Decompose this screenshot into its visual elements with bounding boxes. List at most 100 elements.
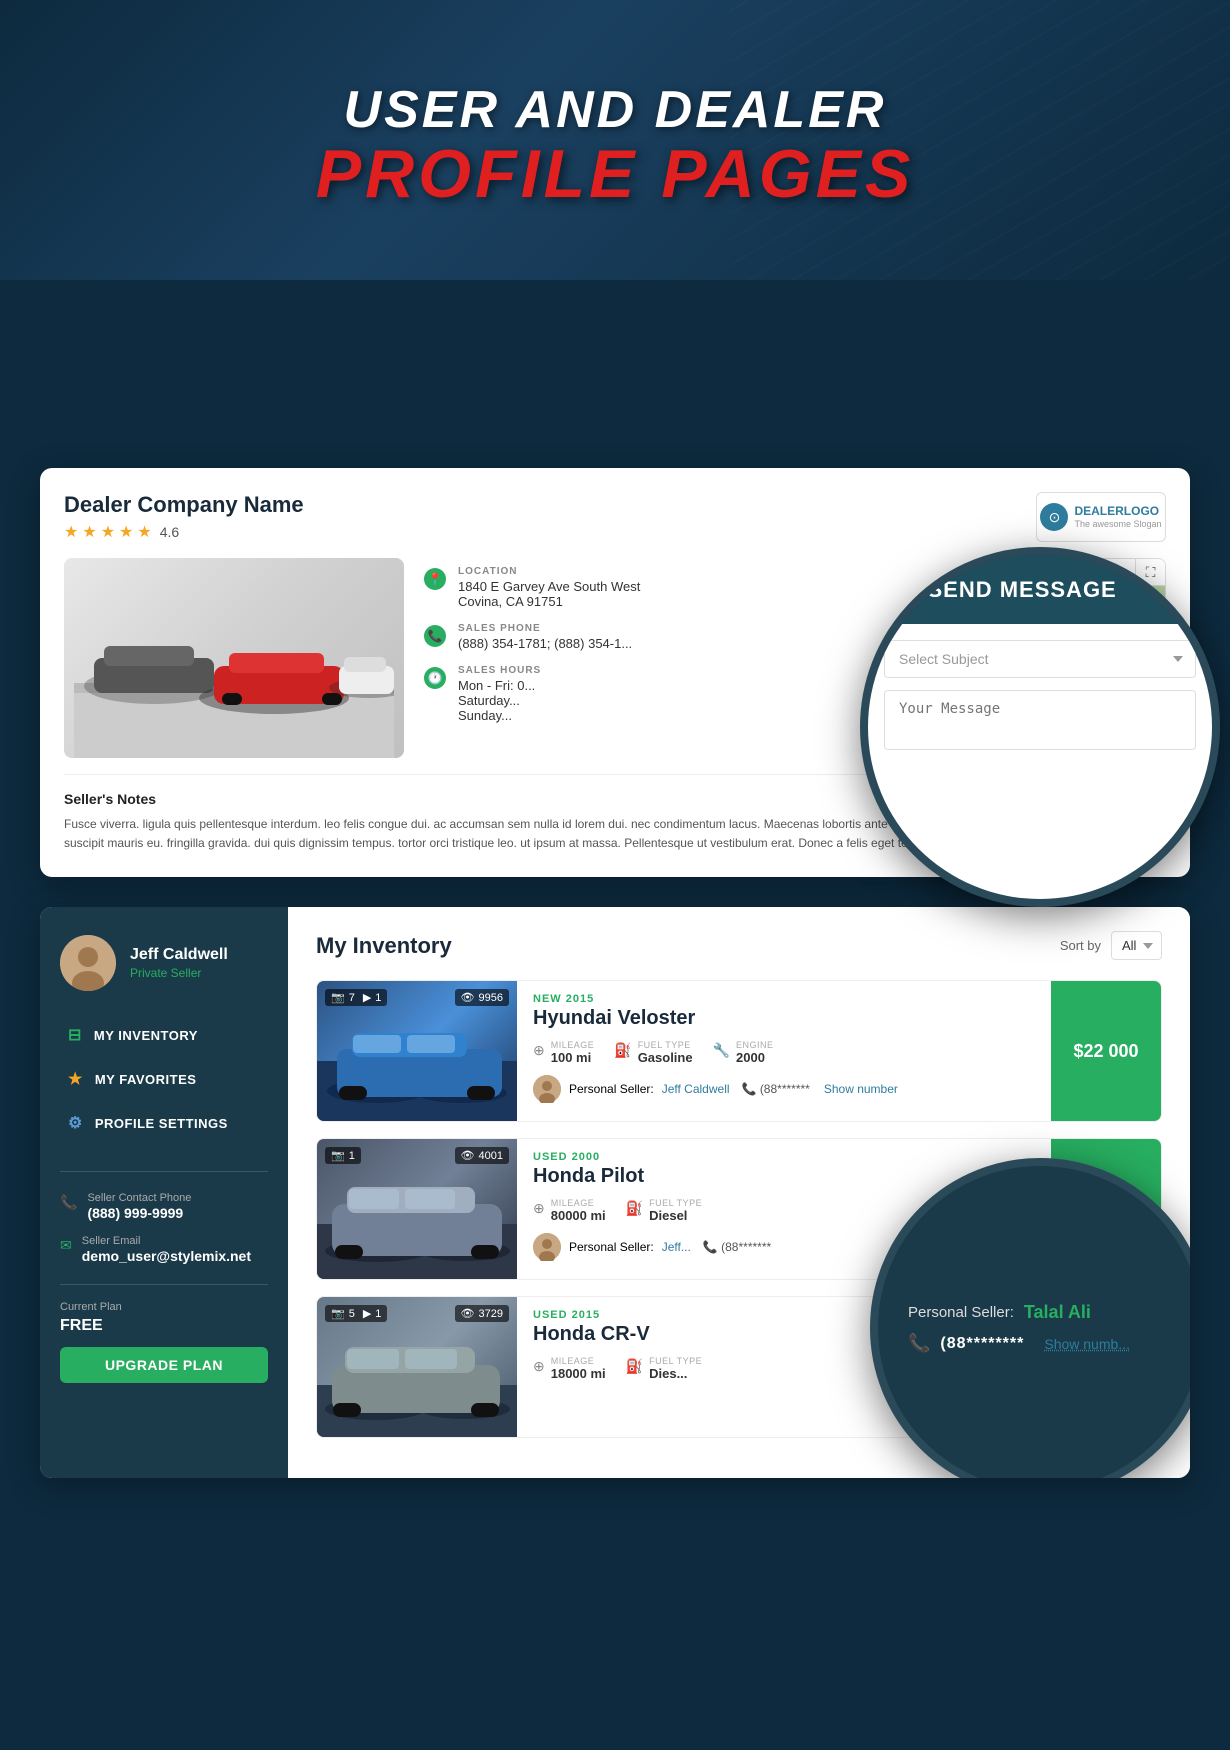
zoom-phone: (88******** (940, 1335, 1024, 1353)
send-message-circle: ✈ SEND MESSAGE Select Subject (860, 547, 1220, 907)
zoom-phone-row: 📞 (88******** Show numb... (908, 1333, 1172, 1354)
star-1: ★ (64, 522, 78, 542)
fuel-label-2: FUEL TYPE (649, 1198, 702, 1208)
camera-icon-1: 📷 (331, 991, 345, 1004)
views-badge-3: 👁 3729 (455, 1305, 509, 1322)
dealer-rating: ★ ★ ★ ★ ★ 4.6 (64, 522, 304, 542)
sidebar-contact: 📞 Seller Contact Phone (888) 999-9999 ✉ … (60, 1171, 268, 1264)
mileage-detail-2: MILEAGE 80000 mi (551, 1198, 606, 1223)
contact-phone-icon: 📞 (60, 1194, 77, 1211)
hours-icon: 🕐 (424, 667, 446, 689)
fuel-icon-3: ⛽ (626, 1358, 643, 1375)
nav-favorites-label: MY FAVORITES (95, 1072, 197, 1087)
seller-phone-1: 📞 (88******* (742, 1082, 810, 1096)
car-card-1: 📷 7 ▶ 1 👁 9956 NEW 2015 Hyundai Veloster (316, 980, 1162, 1122)
camera-icon-3: 📷 (331, 1307, 345, 1320)
mileage-icon-2: ⊕ (533, 1200, 545, 1217)
contact-phone-value: (888) 999-9999 (87, 1205, 191, 1221)
eye-icon-1: 👁 (461, 991, 475, 1004)
sort-area: Sort by All (1060, 931, 1162, 960)
contact-email-item: ✉ Seller Email demo_user@stylemix.net (60, 1235, 268, 1264)
zoom-circle: Personal Seller: Talal Ali 📞 (88********… (870, 1158, 1190, 1478)
plan-section: Current Plan FREE UPGRADE PLAN (60, 1284, 268, 1383)
zoom-show-number[interactable]: Show numb... (1044, 1336, 1130, 1352)
mileage-value-2: 80000 mi (551, 1208, 606, 1223)
dealer-logo-sub: The awesome Slogan (1074, 519, 1161, 530)
photo-badge-3: 📷 5 ▶ 1 (325, 1305, 387, 1322)
fuel-label-3: FUEL TYPE (649, 1356, 702, 1366)
views-badge-2: 👁 4001 (455, 1147, 509, 1164)
star-3: ★ (101, 522, 115, 542)
user-name: Jeff Caldwell (130, 946, 228, 964)
location-detail: LOCATION 1840 E Garvey Ave South WestCov… (458, 566, 640, 609)
dealer-info-left: Dealer Company Name ★ ★ ★ ★ ★ 4.6 (64, 492, 304, 542)
fuel-detail-3: FUEL TYPE Dies... (649, 1356, 702, 1381)
car-price-area-1: $22 000 (1051, 981, 1161, 1121)
mileage-label-2: MILEAGE (551, 1198, 606, 1208)
user-avatar-area: Jeff Caldwell Private Seller (60, 935, 268, 991)
views-count-1: 9956 (479, 992, 503, 1004)
dealer-logo-text: DEALERLOGO The awesome Slogan (1074, 504, 1161, 529)
hours-detail: SALES HOURS Mon - Fri: 0...Saturday...Su… (458, 665, 541, 723)
contact-email-detail: Seller Email demo_user@stylemix.net (82, 1235, 251, 1264)
dealer-logo: ⊙ DEALERLOGO The awesome Slogan (1036, 492, 1166, 542)
fuel-value-1: Gasoline (638, 1050, 693, 1065)
message-textarea[interactable] (884, 690, 1196, 750)
phone-masked-2: (88******* (721, 1240, 771, 1254)
zoom-seller-name: Talal Ali (1024, 1302, 1091, 1323)
car-price-1: $22 000 (1073, 1041, 1138, 1062)
nav-favorites[interactable]: ★ MY FAVORITES (60, 1059, 268, 1099)
user-role: Private Seller (130, 966, 228, 980)
photo-count-2: 1 (349, 1150, 355, 1162)
dealer-logo-main: DEALERLOGO (1074, 504, 1161, 518)
hero-line1: USER AND DEALER (0, 80, 1230, 140)
hero-section: USER AND DEALER PROFILE PAGES (0, 0, 1230, 208)
engine-spec-1: 🔧 ENGINE 2000 (713, 1040, 774, 1065)
car-thumb-2: 📷 1 👁 4001 (317, 1139, 517, 1279)
mileage-icon-1: ⊕ (533, 1042, 545, 1059)
mileage-label-1: MILEAGE (551, 1040, 595, 1050)
views-badge-1: 👁 9956 (455, 989, 509, 1006)
seller-name-link-1[interactable]: Jeff Caldwell (662, 1082, 730, 1096)
favorites-icon: ★ (68, 1069, 83, 1089)
seller-phone-2: 📞 (88******* (703, 1240, 771, 1254)
car-details-1: NEW 2015 Hyundai Veloster ⊕ MILEAGE 100 … (517, 981, 1051, 1121)
star-5: ★ (137, 522, 151, 542)
star-4: ★ (119, 522, 133, 542)
eye-icon-3: 👁 (461, 1307, 475, 1320)
inventory-header: My Inventory Sort by All (316, 931, 1162, 960)
fuel-icon-2: ⛽ (626, 1200, 643, 1217)
hours-value: Mon - Fri: 0...Saturday...Sunday... (458, 678, 541, 723)
dealer-card: Dealer Company Name ★ ★ ★ ★ ★ 4.6 ⊙ DEAL… (40, 468, 1190, 877)
views-count-2: 4001 (479, 1150, 503, 1162)
contact-phone-label: Seller Contact Phone (87, 1192, 191, 1204)
plan-label: Current Plan (60, 1301, 268, 1313)
engine-value-1: 2000 (736, 1050, 774, 1065)
avatar (60, 935, 116, 991)
location-value: 1840 E Garvey Ave South WestCovina, CA 9… (458, 579, 640, 609)
nav-settings[interactable]: ⚙ PROFILE SETTINGS (60, 1103, 268, 1143)
engine-detail-1: ENGINE 2000 (736, 1040, 774, 1065)
car-seller-1: Personal Seller: Jeff Caldwell 📞 (88****… (533, 1075, 1035, 1103)
show-number-1[interactable]: Show number (824, 1082, 898, 1096)
phone-icon: 📞 (424, 625, 446, 647)
contact-email-label: Seller Email (82, 1235, 251, 1247)
contact-phone-detail: Seller Contact Phone (888) 999-9999 (87, 1192, 191, 1221)
mileage-label-3: MILEAGE (551, 1356, 606, 1366)
phone-detail: SALES PHONE (888) 354-1781; (888) 354-1.… (458, 623, 632, 651)
contact-phone-item: 📞 Seller Contact Phone (888) 999-9999 (60, 1192, 268, 1221)
sort-select[interactable]: All (1111, 931, 1162, 960)
send-message-body: Select Subject (868, 624, 1212, 899)
fuel-detail-1: FUEL TYPE Gasoline (638, 1040, 693, 1065)
send-message-title: SEND MESSAGE (927, 577, 1116, 603)
contact-email-icon: ✉ (60, 1237, 72, 1254)
nav-inventory[interactable]: ⊟ MY INVENTORY (60, 1015, 268, 1055)
rating-number: 4.6 (160, 524, 179, 540)
seller-name-link-2[interactable]: Jeff... (662, 1240, 691, 1254)
subject-select[interactable]: Select Subject (884, 640, 1196, 678)
location-icon: 📍 (424, 568, 446, 590)
fuel-detail-2: FUEL TYPE Diesel (649, 1198, 702, 1223)
upgrade-button[interactable]: UPGRADE PLAN (60, 1347, 268, 1383)
mileage-value-1: 100 mi (551, 1050, 595, 1065)
mileage-detail-1: MILEAGE 100 mi (551, 1040, 595, 1065)
